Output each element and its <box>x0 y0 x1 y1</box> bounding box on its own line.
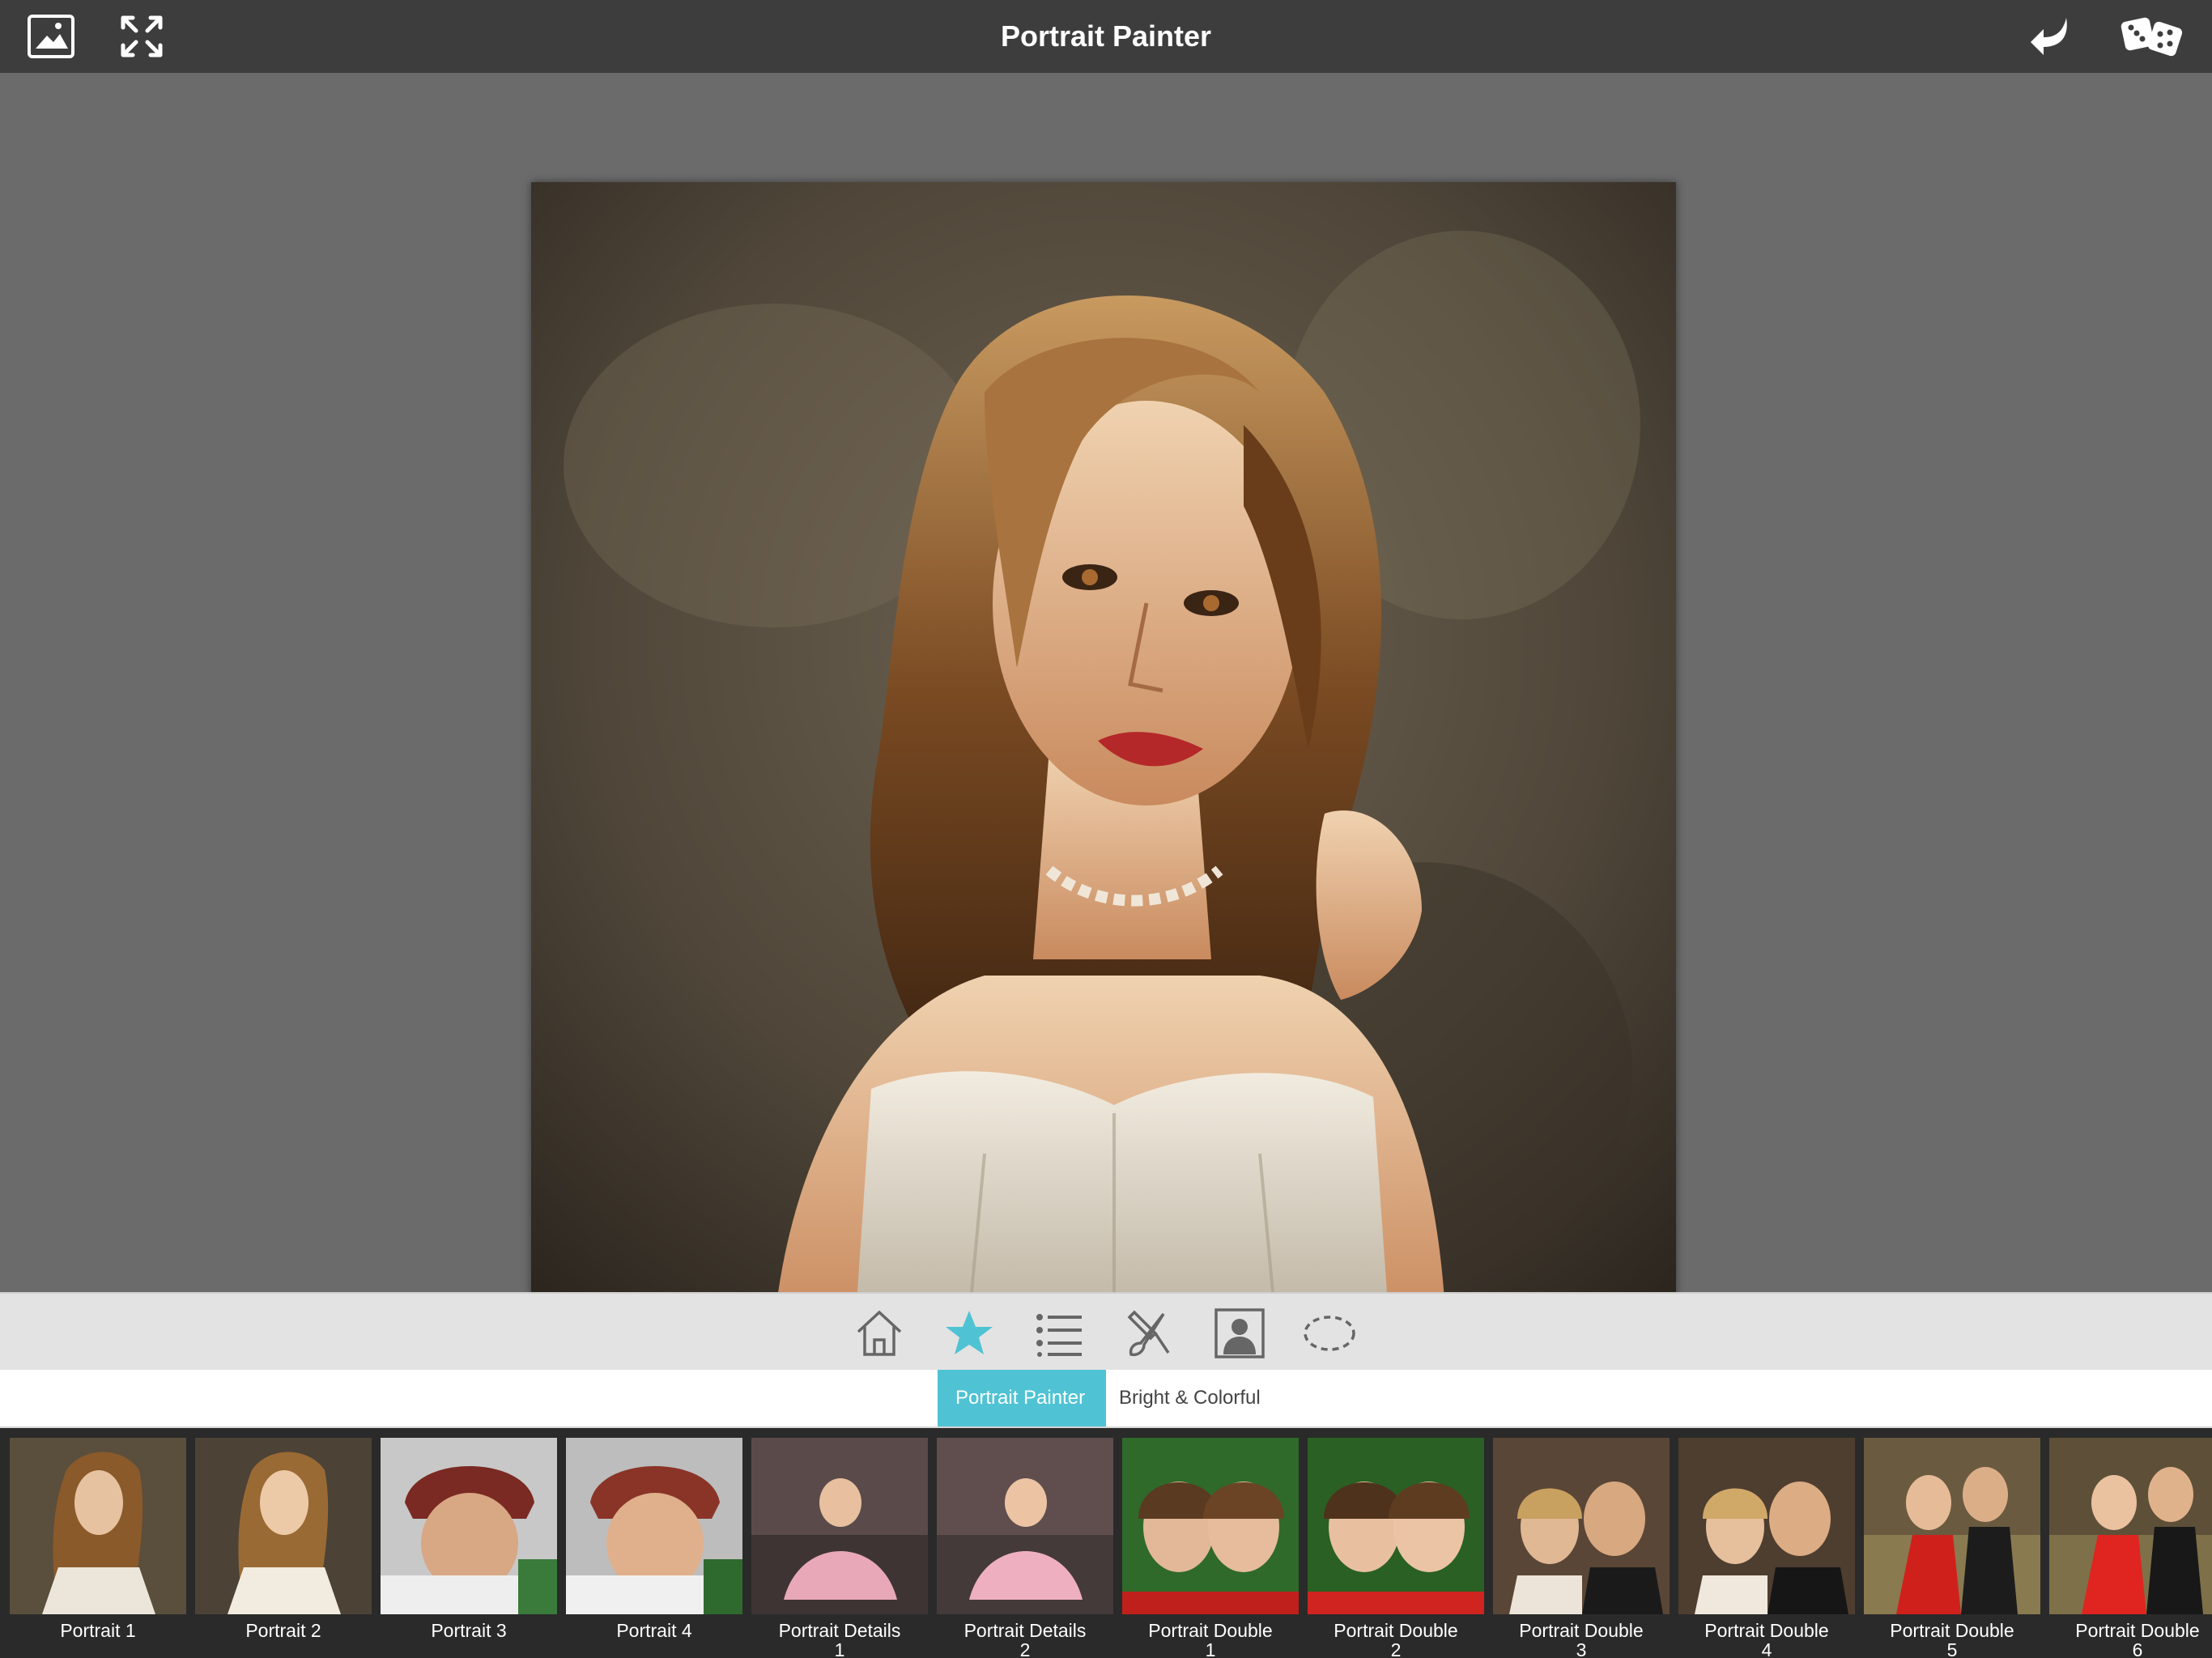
preset-label: Portrait 1 <box>60 1620 136 1641</box>
preset-label: Portrait 4 <box>616 1620 692 1641</box>
preset-thumbnail[interactable]: Portrait Double 3 <box>1493 1438 1670 1658</box>
paint-tools-icon[interactable] <box>1121 1305 1177 1362</box>
list-icon[interactable] <box>1031 1305 1087 1362</box>
preset-image <box>1493 1438 1670 1614</box>
preset-label: Portrait Details 1 <box>778 1620 901 1658</box>
undo-arrow-icon[interactable] <box>2026 11 2076 62</box>
preset-image <box>751 1438 928 1614</box>
preset-image <box>381 1438 557 1614</box>
preset-image <box>2049 1438 2212 1614</box>
canvas-area <box>0 73 2212 1327</box>
preset-image <box>937 1438 1113 1614</box>
app-title: Portrait Painter <box>1000 19 1212 53</box>
preset-image <box>1864 1438 2040 1614</box>
preset-thumbnail[interactable]: Portrait Double 4 <box>1678 1438 1855 1658</box>
top-bar: Portrait Painter <box>0 0 2212 73</box>
preset-thumbnail[interactable]: Portrait 3 <box>381 1438 557 1658</box>
painted-portrait-image[interactable] <box>531 182 1676 1327</box>
preset-thumbnail[interactable]: Portrait 4 <box>566 1438 742 1658</box>
preset-thumbnail[interactable]: Portrait Double 5 <box>1864 1438 2040 1658</box>
preset-thumbnail[interactable]: Portrait Double 1 <box>1122 1438 1299 1658</box>
tool-bar <box>0 1292 2212 1371</box>
preset-label: Portrait 2 <box>245 1620 321 1641</box>
preset-label: Portrait Details 2 <box>963 1620 1087 1658</box>
portrait-icon[interactable] <box>1211 1305 1268 1362</box>
star-icon[interactable] <box>941 1305 998 1362</box>
preset-thumbnail[interactable]: Portrait 2 <box>195 1438 372 1658</box>
preset-image <box>1678 1438 1855 1614</box>
preset-image <box>10 1438 186 1614</box>
preset-strip: Portrait 1 Portrait 2 Portrait 3 Portrai… <box>0 1428 2212 1658</box>
preset-thumbnail[interactable]: Portrait Double 6 <box>2049 1438 2212 1658</box>
preset-label: Portrait Double 2 <box>1334 1620 1458 1658</box>
preset-thumbnail[interactable]: Portrait Details 2 <box>937 1438 1113 1658</box>
preset-label: Portrait 3 <box>431 1620 507 1641</box>
tab-portrait-painter[interactable]: Portrait Painter <box>938 1370 1106 1426</box>
preset-label: Portrait Double 4 <box>1704 1620 1829 1658</box>
tab-bright-colorful[interactable]: Bright & Colorful <box>1101 1370 1278 1426</box>
home-icon[interactable] <box>851 1305 908 1362</box>
lasso-icon[interactable] <box>1301 1305 1358 1362</box>
preset-thumbnail[interactable]: Portrait Double 2 <box>1308 1438 1484 1658</box>
preset-label: Portrait Double 1 <box>1148 1620 1273 1658</box>
preset-label: Portrait Double 5 <box>1890 1620 2014 1658</box>
preset-image <box>1122 1438 1299 1614</box>
dice-icon[interactable] <box>2116 11 2189 62</box>
preset-label: Portrait Double 6 <box>2075 1620 2200 1658</box>
preset-image <box>195 1438 372 1614</box>
preset-image <box>1308 1438 1484 1614</box>
preset-category-tabs: Portrait Painter Bright & Colorful <box>0 1370 2212 1428</box>
preset-image <box>566 1438 742 1614</box>
preset-label: Portrait Double 3 <box>1519 1620 1644 1658</box>
preset-thumbnail[interactable]: Portrait 1 <box>10 1438 186 1658</box>
preset-thumbnail[interactable]: Portrait Details 1 <box>751 1438 928 1658</box>
